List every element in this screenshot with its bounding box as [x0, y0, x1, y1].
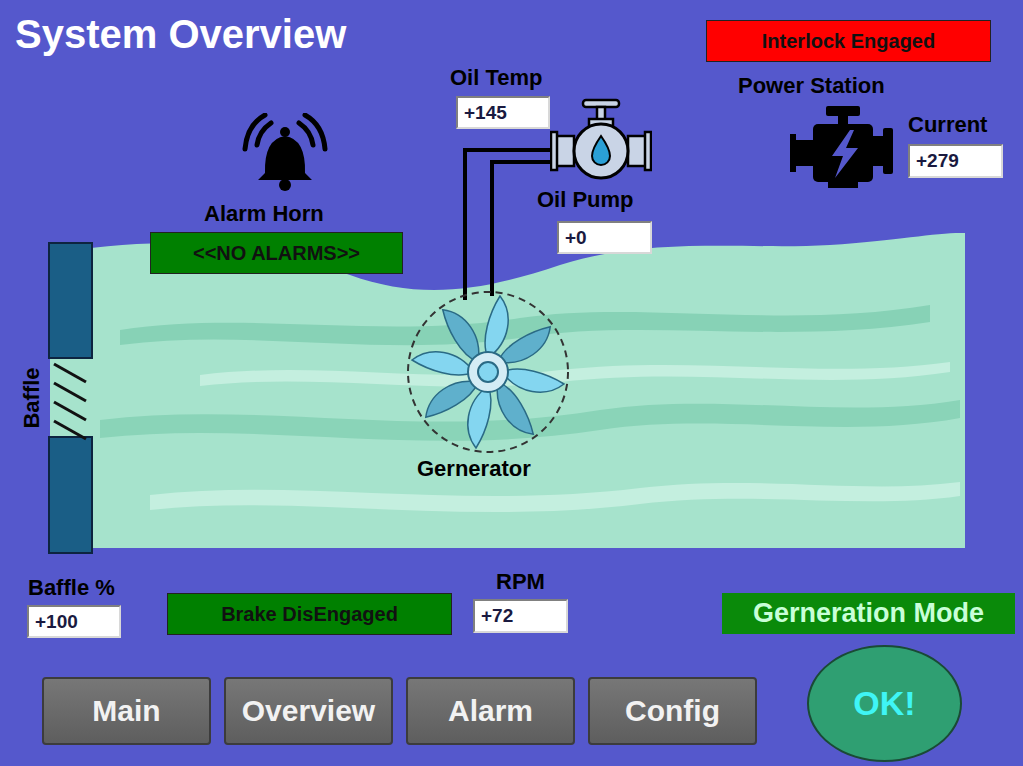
baffle-percent-field: +100: [27, 605, 121, 638]
oil-temp-label: Oil Temp: [450, 66, 543, 90]
nav-button[interactable]: Overview: [224, 677, 393, 745]
oil-pump-icon: [550, 96, 652, 182]
baffle-label: Baffle: [20, 367, 44, 428]
ok-button[interactable]: OK!: [807, 645, 962, 762]
oil-pump-label: Oil Pump: [537, 188, 634, 212]
rpm-label: RPM: [496, 570, 545, 594]
nav-bar: MainOverviewAlarmConfig: [42, 677, 757, 745]
page-title: System Overview: [15, 12, 346, 56]
interlock-indicator: Interlock Engaged: [706, 20, 991, 62]
power-station-label: Power Station: [738, 74, 885, 98]
current-label: Current: [908, 113, 987, 137]
current-field: +279: [908, 144, 1003, 178]
nav-button[interactable]: Config: [588, 677, 757, 745]
generator-label: Gernerator: [417, 457, 531, 481]
oil-pump-field: +0: [557, 221, 652, 254]
alarm-status: <<NO ALARMS>>: [150, 232, 403, 274]
baffle-percent-label: Baffle %: [28, 576, 115, 600]
nav-button[interactable]: Alarm: [406, 677, 575, 745]
nav-button[interactable]: Main: [42, 677, 211, 745]
engine-icon: [788, 100, 900, 195]
oil-temp-field: +145: [456, 96, 550, 129]
brake-indicator: Brake DisEngaged: [167, 593, 452, 635]
rpm-field: +72: [473, 599, 568, 633]
bell-icon: [235, 113, 335, 193]
mode-indicator: Gerneration Mode: [722, 593, 1015, 634]
alarm-horn-label: Alarm Horn: [204, 202, 324, 226]
